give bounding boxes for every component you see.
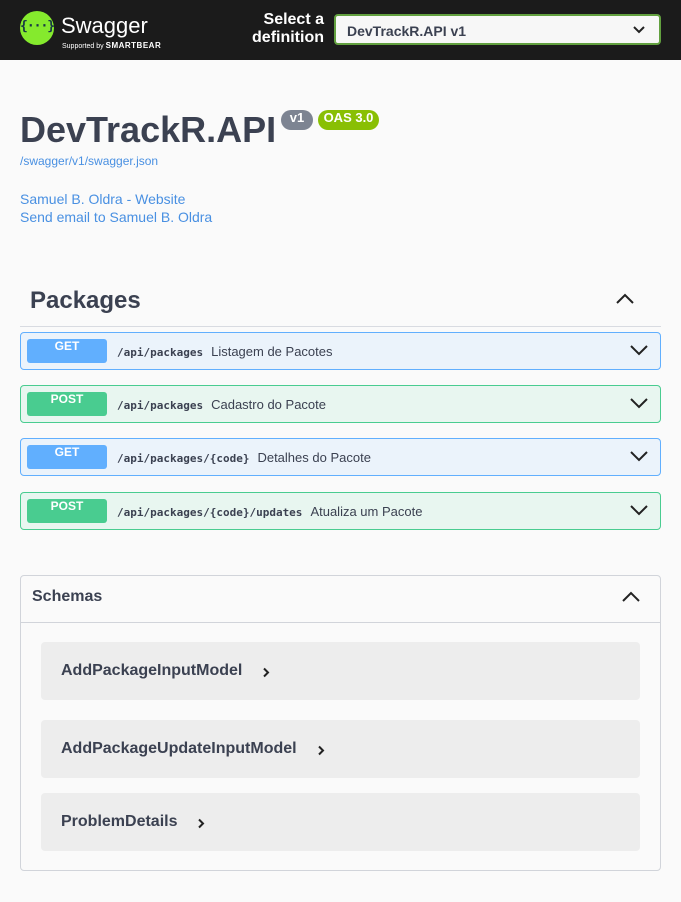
chevron-right-icon	[263, 667, 270, 678]
schemas-header[interactable]: Schemas	[21, 576, 660, 623]
operation-summary: Detalhes do Pacote	[257, 450, 371, 465]
operation-path: /api/packages/{code}/updates Atualiza um …	[117, 504, 423, 519]
operation-summary: Atualiza um Pacote	[310, 504, 423, 519]
operation-summary: Cadastro do Pacote	[211, 397, 326, 412]
model-item[interactable]: AddPackageInputModel	[41, 642, 640, 700]
tag-packages-title[interactable]: Packages	[30, 287, 141, 315]
email-link[interactable]: Send email to Samuel B. Oldra	[20, 209, 212, 225]
logo-text: Swagger	[61, 13, 148, 38]
method-badge: POST	[27, 499, 107, 523]
operation-row[interactable]: GET/api/packages Listagem de Pacotes	[20, 332, 661, 370]
method-badge: POST	[27, 392, 107, 416]
operation-summary: Listagem de Pacotes	[211, 344, 333, 359]
definition-select[interactable]: DevTrackR.API v1	[334, 14, 661, 45]
chevron-down-icon	[630, 451, 648, 462]
model-name: ProblemDetails	[61, 813, 178, 830]
operation-path: /api/packages/{code} Detalhes do Pacote	[117, 450, 371, 465]
method-badge: GET	[27, 339, 107, 363]
operation-path: /api/packages Listagem de Pacotes	[117, 344, 333, 359]
model-item[interactable]: ProblemDetails	[41, 793, 640, 851]
chevron-down-icon	[630, 345, 648, 356]
oas-badge: OAS 3.0	[318, 110, 379, 130]
operation-path: /api/packages Cadastro do Pacote	[117, 397, 326, 412]
chevron-down-icon	[633, 26, 645, 34]
chevron-up-icon[interactable]	[616, 293, 634, 305]
chevron-right-icon	[198, 818, 205, 829]
schemas-section: Schemas AddPackageInputModel AddPackageUp…	[20, 575, 661, 871]
swagger-logo[interactable]: {···} Swagger Supported by SMARTBEAR	[20, 10, 170, 52]
logo-subtitle: Supported by SMARTBEAR	[62, 41, 162, 50]
model-name: AddPackageUpdateInputModel	[61, 740, 297, 757]
definition-select-value: DevTrackR.API v1	[347, 23, 467, 39]
operation-row[interactable]: GET/api/packages/{code} Detalhes do Pacot…	[20, 438, 661, 476]
chevron-down-icon	[630, 505, 648, 516]
schemas-title: Schemas	[32, 588, 103, 605]
topbar: {···} Swagger Supported by SMARTBEAR Sel…	[0, 0, 681, 60]
chevron-up-icon	[622, 591, 640, 602]
model-name: AddPackageInputModel	[61, 662, 243, 679]
model-item[interactable]: AddPackageUpdateInputModel	[41, 720, 640, 778]
tag-divider	[20, 326, 661, 327]
chevron-right-icon	[318, 745, 325, 756]
definition-select-label: Select a definition	[252, 11, 324, 46]
api-title: DevTrackR.API	[20, 109, 277, 150]
chevron-down-icon	[630, 398, 648, 409]
method-badge: GET	[27, 445, 107, 469]
version-badge: v1	[281, 110, 313, 130]
website-link[interactable]: Samuel B. Oldra - Website	[20, 191, 185, 207]
operation-row[interactable]: POST/api/packages Cadastro do Pacote	[20, 385, 661, 423]
operation-row[interactable]: POST/api/packages/{code}/updates Atualiza…	[20, 492, 661, 530]
spec-url-link[interactable]: /swagger/v1/swagger.json	[20, 154, 158, 168]
swagger-logo-icon: {···}	[20, 11, 55, 45]
